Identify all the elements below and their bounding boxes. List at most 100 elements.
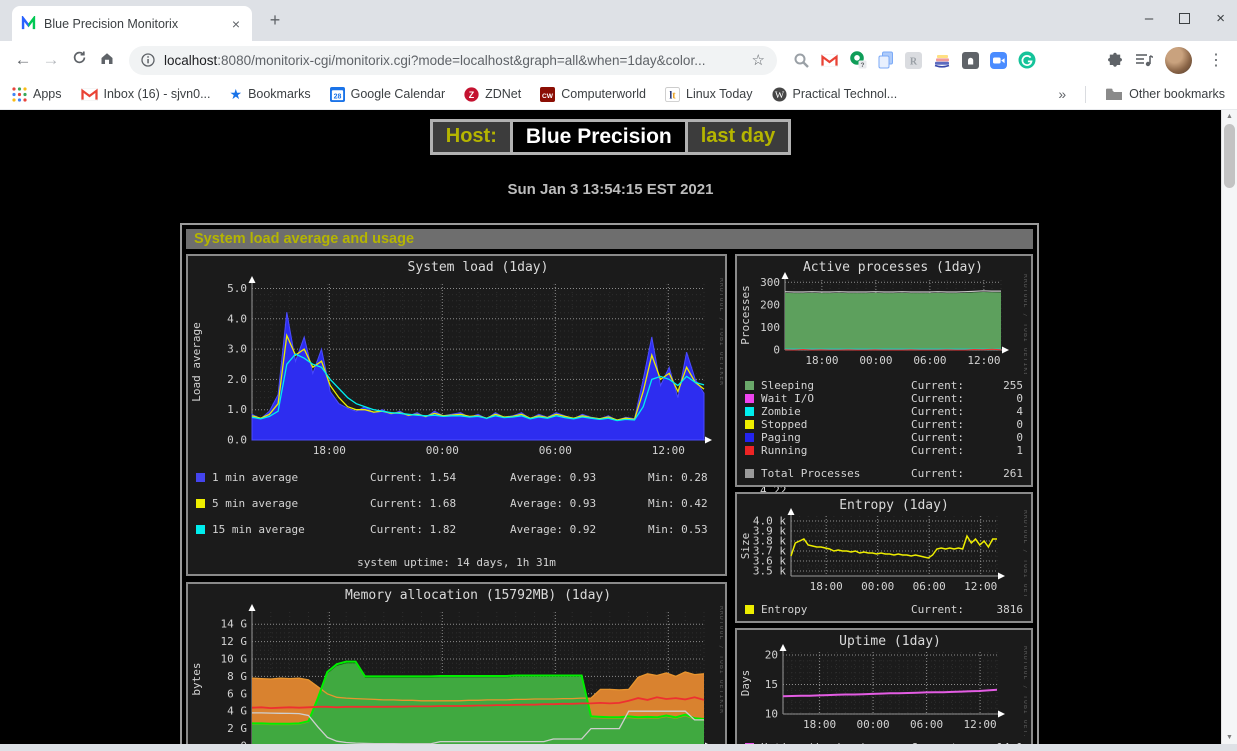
legend-swatch-icon xyxy=(196,473,205,482)
system-load-legend: 1 min averageCurrent: 1.54Average: 0.93M… xyxy=(188,469,725,569)
bookmark-inbox-16-sjvn0[interactable]: Inbox (16) - sjvn0... xyxy=(81,87,211,101)
tab-close-icon[interactable]: × xyxy=(229,16,243,32)
legend-footer: system uptime: 14 days, 1h 31m xyxy=(196,556,717,569)
svg-text:5.0: 5.0 xyxy=(227,282,247,295)
svg-text:06:00: 06:00 xyxy=(913,354,946,367)
svg-text:System load (1day): System load (1day) xyxy=(408,260,549,275)
scroll-down-icon[interactable]: ▼ xyxy=(1222,734,1237,741)
legend-swatch-icon xyxy=(745,605,754,614)
bookmark-star-icon[interactable]: ☆ xyxy=(752,51,765,69)
legend-swatch-icon xyxy=(745,394,754,403)
star-icon: ★ xyxy=(230,87,243,101)
legend-row: StoppedCurrent:0 xyxy=(745,418,1023,431)
bookmark-items: Apps Inbox (16) - sjvn0... ★ Bookmarks 28Goo… xyxy=(12,87,897,102)
legend-row: PagingCurrent:0 xyxy=(745,431,1023,444)
svg-text:200: 200 xyxy=(760,298,780,311)
svg-text:4.0: 4.0 xyxy=(227,312,247,325)
minimize-button[interactable]: – xyxy=(1145,10,1153,27)
uptime-svg: 10152018:0000:0006:0012:00Uptime (1day)D… xyxy=(739,632,1027,736)
url-text[interactable]: localhost:8080/monitorix-cgi/monitorix.c… xyxy=(164,53,743,68)
scrollbar-thumb[interactable] xyxy=(1224,124,1235,188)
window-titlebar: Blue Precision Monitorix × + – × xyxy=(0,0,1237,41)
profile-avatar[interactable] xyxy=(1165,47,1192,74)
calendar-icon: 28 xyxy=(330,87,345,102)
forward-icon[interactable]: → xyxy=(37,50,65,70)
monitorix-favicon-icon xyxy=(21,16,36,31)
svg-text:12:00: 12:00 xyxy=(964,580,997,593)
memory-svg: 02 G4 G6 G8 G10 G12 G14 G18:0000:0006:00… xyxy=(190,586,723,744)
search-ext-icon[interactable] xyxy=(793,52,810,69)
back-icon[interactable]: ← xyxy=(9,50,37,70)
time-range-label[interactable]: last day xyxy=(688,122,788,152)
uptime-graph[interactable]: 10152018:0000:0006:0012:00Uptime (1day)D… xyxy=(739,632,1029,739)
r-ext-icon[interactable]: R xyxy=(905,52,922,69)
scroll-up-icon[interactable]: ▲ xyxy=(1222,113,1237,120)
report-datetime: Sun Jan 3 13:54:15 EST 2021 xyxy=(0,181,1221,198)
bookmark-label: Practical Technol... xyxy=(793,87,898,101)
svg-text:18:00: 18:00 xyxy=(810,580,843,593)
notes-ext-icon[interactable] xyxy=(962,52,979,69)
svg-text:06:00: 06:00 xyxy=(910,718,943,731)
window-controls: – × xyxy=(1145,10,1225,27)
media-queue-icon[interactable] xyxy=(1135,52,1153,68)
svg-text:06:00: 06:00 xyxy=(539,444,572,457)
svg-text:12:00: 12:00 xyxy=(967,354,1000,367)
other-bookmarks-button[interactable]: Other bookmarks xyxy=(1105,87,1225,101)
wordpress-icon: W xyxy=(772,87,787,102)
legend-row: EntropyCurrent:3816 xyxy=(745,603,1023,616)
svg-text:RRDTOOL / TOBI OETIKER: RRDTOOL / TOBI OETIKER xyxy=(1022,274,1027,374)
system-load-graph[interactable]: 0.01.02.03.04.05.018:0000:0006:0012:00Sy… xyxy=(190,258,723,469)
home-icon[interactable] xyxy=(93,50,121,71)
reload-icon[interactable] xyxy=(65,50,93,70)
zoom-ext-icon[interactable] xyxy=(990,52,1007,69)
menu-dots-icon[interactable]: ⋮ xyxy=(1204,50,1228,70)
system_load-svg: 0.01.02.03.04.05.018:0000:0006:0012:00Sy… xyxy=(190,258,723,466)
bookmark-practical-technol[interactable]: W Practical Technol... xyxy=(772,87,898,102)
gmail-ext-icon[interactable] xyxy=(821,54,838,67)
books-ext-icon[interactable] xyxy=(933,52,951,68)
svg-text:12:00: 12:00 xyxy=(964,718,997,731)
url-path: :8080/monitorix-cgi/monitorix.cgi?mode=l… xyxy=(217,53,705,68)
browser-tab[interactable]: Blue Precision Monitorix × xyxy=(12,6,252,41)
svg-text:28: 28 xyxy=(333,93,341,100)
memory-allocation-graph[interactable]: 02 G4 G6 G8 G10 G12 G14 G18:0000:0006:00… xyxy=(190,586,723,744)
grammarly-ext-icon[interactable] xyxy=(1018,51,1036,69)
bookmark-computerworld[interactable]: CWComputerworld xyxy=(540,87,646,102)
page-scrollbar[interactable]: ▲ ▼ xyxy=(1221,110,1237,744)
legend-swatch-icon xyxy=(196,525,205,534)
legend-swatch-icon xyxy=(745,446,754,455)
legend-row: ZombieCurrent:4 xyxy=(745,405,1023,418)
close-button[interactable]: × xyxy=(1216,10,1225,27)
bookmark-label: Bookmarks xyxy=(248,87,311,101)
extensions-puzzle-icon[interactable] xyxy=(1107,52,1123,68)
bookmark-zdnet[interactable]: ZZDNet xyxy=(464,87,521,102)
svg-text:06:00: 06:00 xyxy=(913,580,946,593)
host-name-link[interactable]: Blue Precision xyxy=(513,122,685,152)
info-icon[interactable] xyxy=(141,53,155,67)
svg-text:20: 20 xyxy=(765,649,778,662)
maximize-button[interactable] xyxy=(1179,13,1190,24)
tab-title: Blue Precision Monitorix xyxy=(44,17,221,31)
bookmark-bookmarks[interactable]: ★ Bookmarks xyxy=(230,87,311,101)
new-tab-button[interactable]: + xyxy=(262,10,288,31)
active-processes-graph[interactable]: 010020030018:0000:0006:0012:00Active pro… xyxy=(739,258,1029,377)
apps-grid-icon xyxy=(12,87,27,102)
svg-text:00:00: 00:00 xyxy=(861,580,894,593)
voice-ext-icon[interactable]: ? xyxy=(849,51,867,69)
bookmark-apps[interactable]: Apps xyxy=(12,87,62,102)
svg-text:RRDTOOL / TOBI OETIKER: RRDTOOL / TOBI OETIKER xyxy=(718,278,723,386)
svg-text:bytes: bytes xyxy=(190,662,203,695)
entropy-graph[interactable]: 3.5 k3.6 k3.7 k3.8 k3.9 k4.0 k18:0000:00… xyxy=(739,496,1029,601)
bookmark-linux-today[interactable]: ltLinux Today xyxy=(665,87,753,102)
bookmark-label: Computerworld xyxy=(561,87,646,101)
svg-text:Days: Days xyxy=(739,670,752,697)
window-bottom-edge xyxy=(0,744,1237,751)
active-processes-panel: 010020030018:0000:0006:0012:00Active pro… xyxy=(735,254,1033,487)
bookmarks-divider xyxy=(1085,86,1086,103)
address-bar[interactable]: localhost:8080/monitorix-cgi/monitorix.c… xyxy=(129,46,777,75)
bookmark-google-calendar[interactable]: 28Google Calendar xyxy=(330,87,446,102)
legend-row: 1 min averageCurrent: 1.54Average: 0.93M… xyxy=(196,471,717,497)
copy-pages-ext-icon[interactable] xyxy=(878,51,894,69)
svg-text:00:00: 00:00 xyxy=(426,444,459,457)
bookmarks-overflow-chevron[interactable]: » xyxy=(1058,86,1066,102)
